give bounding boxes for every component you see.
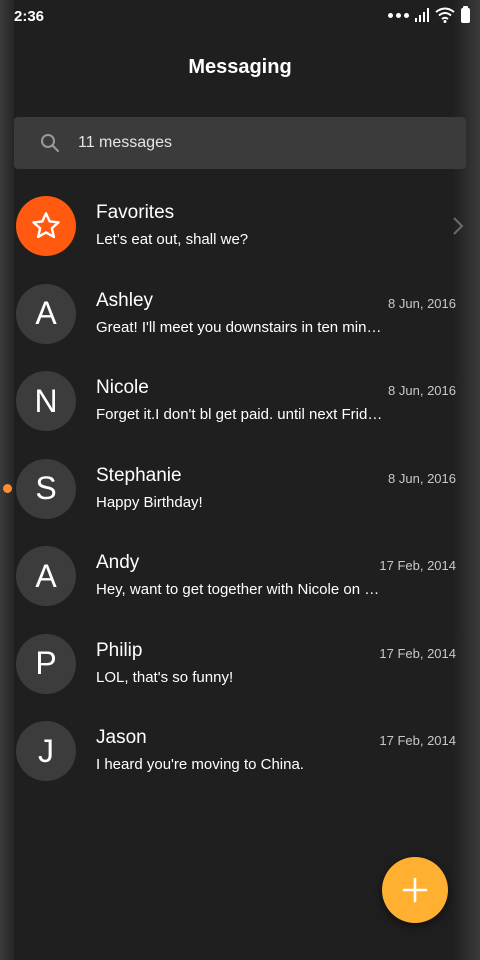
message-preview: Great! I'll meet you downstairs in ten m… — [96, 318, 382, 336]
star-icon — [32, 212, 60, 239]
unread-dot — [3, 483, 12, 493]
search-text: 11 messages — [78, 134, 172, 151]
contact-name: Philip — [96, 639, 143, 661]
contact-name: Ashley — [96, 289, 154, 311]
contact-avatar: N — [16, 371, 76, 431]
plus-icon — [402, 877, 428, 903]
contact-name: Andy — [96, 552, 140, 573]
contact-avatar: A — [16, 546, 76, 606]
status-icons — [388, 5, 470, 23]
contact-avatar: J — [16, 721, 76, 781]
more-dots-icon — [388, 12, 409, 18]
compose-button[interactable] — [382, 857, 448, 923]
message-preview: LOL, that's so funny! — [96, 668, 234, 686]
contact-name: Nicole — [96, 377, 149, 398]
contact-name: Stephanie — [96, 464, 182, 486]
message-preview: Forget it.I don't bl get paid. until nex… — [96, 406, 383, 423]
message-preview: Happy Birthday! — [96, 493, 203, 511]
message-date: 17 Feb, 2014 — [379, 558, 456, 573]
conversation-row-ashley[interactable]: A Ashley 8 Jun, 2016 Great! I'll meet yo… — [0, 270, 480, 358]
message-preview: I heard you're moving to China. — [96, 756, 304, 773]
message-preview: Let's eat out, shall we? — [96, 231, 249, 248]
page-title: Messaging — [188, 56, 292, 78]
search-bar[interactable]: 11 messages — [14, 117, 466, 169]
message-date: 17 Feb, 2014 — [379, 645, 456, 661]
message-preview: Hey, want to get together with Nicole on… — [96, 581, 380, 598]
message-date: 8 Jun, 2016 — [388, 383, 456, 398]
conversation-row-jason[interactable]: J Jason 17 Feb, 2014 I heard you're movi… — [0, 707, 480, 795]
contact-avatar: P — [16, 633, 76, 694]
wifi-icon — [435, 7, 455, 23]
contact-name: Jason — [96, 727, 147, 748]
status-time: 2:36 — [14, 8, 45, 25]
conversation-row-stephanie[interactable]: S Stephanie 8 Jun, 2016 Happy Birthday! — [0, 445, 480, 533]
conversation-row-andy[interactable]: A Andy 17 Feb, 2014 Hey, want to get tog… — [0, 532, 480, 620]
conversation-row-favorites[interactable]: Favorites Let's eat out, shall we? — [0, 182, 480, 270]
message-date: 8 Jun, 2016 — [388, 295, 456, 311]
search-icon — [41, 134, 59, 152]
contact-avatar: S — [16, 458, 76, 519]
contact-avatar: A — [16, 283, 76, 344]
message-date: 8 Jun, 2016 — [388, 470, 456, 486]
signal-icon — [415, 8, 429, 22]
conversation-row-philip[interactable]: P Philip 17 Feb, 2014 LOL, that's so fun… — [0, 620, 480, 708]
contact-name: Favorites — [96, 202, 175, 223]
conversation-row-nicole[interactable]: N Nicole 8 Jun, 2016 Forget it.I don't b… — [0, 357, 480, 445]
chevron-right-icon — [453, 217, 464, 235]
favorites-avatar — [16, 196, 76, 256]
messaging-screen: 2:36 Messaging 11 messages Favorites Let… — [0, 0, 480, 960]
message-date: 17 Feb, 2014 — [379, 733, 456, 748]
conversation-list: Favorites Let's eat out, shall we? A Ash… — [0, 182, 480, 795]
status-bar: 2:36 — [0, 0, 480, 34]
battery-icon — [461, 5, 470, 23]
